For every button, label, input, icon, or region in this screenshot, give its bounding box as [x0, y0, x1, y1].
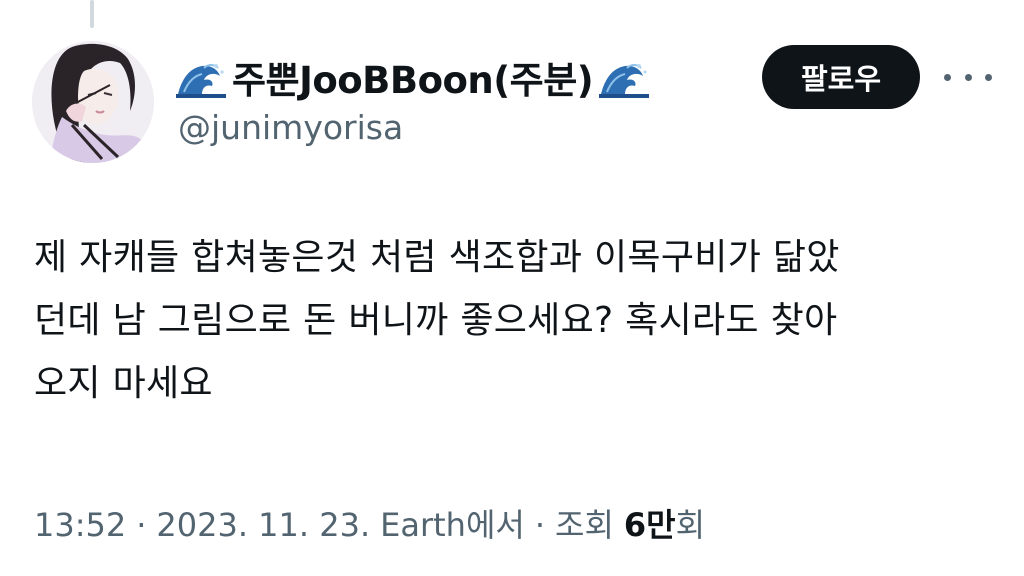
thread-connector-line — [90, 0, 94, 28]
water-wave-icon — [599, 60, 650, 98]
follow-button[interactable]: 팔로우 — [762, 45, 920, 109]
tweet-time[interactable]: 13:52 — [34, 506, 126, 544]
tweet-source: Earth에서 — [380, 506, 525, 544]
meta-separator: · — [136, 506, 147, 544]
more-dot — [964, 73, 972, 81]
more-dot — [944, 73, 951, 81]
views-count[interactable]: 6만 — [624, 500, 676, 546]
tweet-meta: 13:52 · 2023. 11. 23. Earth에서 · 조회 6만 회 — [34, 500, 705, 546]
avatar[interactable] — [32, 41, 154, 163]
meta-separator: · — [534, 506, 545, 544]
tweet-date[interactable]: 2023. 11. 23. — [156, 506, 370, 544]
more-dot — [985, 73, 992, 81]
display-name: 주뿐JooBBoon(주분) — [232, 59, 594, 102]
author-name-row[interactable]: 주뿐JooBBoon(주분) — [176, 52, 650, 102]
more-options-icon[interactable] — [944, 62, 992, 92]
avatar-illustration — [32, 41, 154, 163]
views-suffix: 회 — [675, 506, 706, 544]
author-handle[interactable]: @junimyorisa — [178, 108, 403, 147]
tweet-text: 제 자캐들 합쳐놓은것 처럼 색조합과 이목구비가 닮았 던데 남 그림으로 돈… — [34, 237, 840, 404]
water-wave-icon — [176, 60, 226, 98]
views-label: 조회 — [555, 506, 614, 544]
